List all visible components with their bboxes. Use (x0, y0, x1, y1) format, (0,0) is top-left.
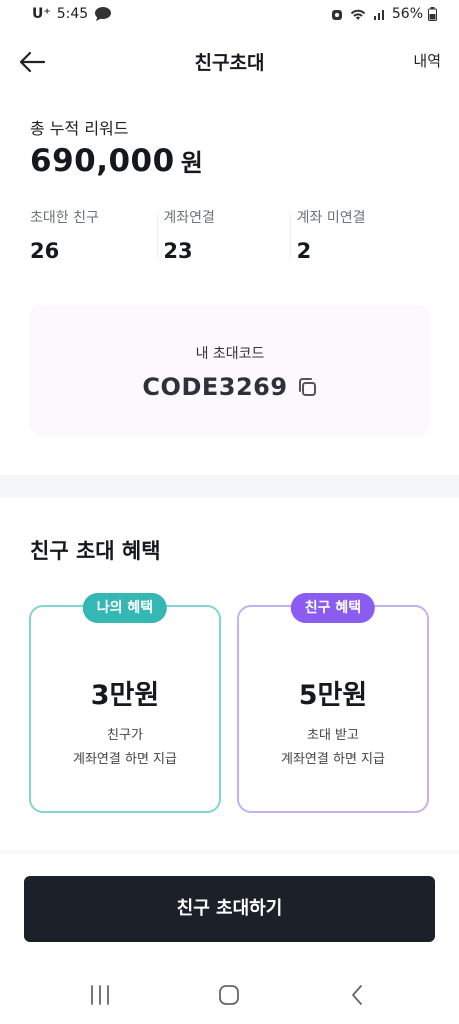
section-divider (0, 475, 459, 497)
nav-home-button[interactable] (209, 979, 249, 1011)
invite-friend-button[interactable]: 친구 초대하기 (24, 876, 435, 942)
stat-label: 초대한 친구 (30, 210, 99, 226)
history-link[interactable]: 내역 (413, 50, 441, 71)
invite-code-value: CODE3269 (142, 373, 288, 401)
invite-stats: 초대한 친구 26 계좌연결 23 계좌 미연결 2 (30, 207, 430, 267)
friend-benefit-desc-line: 계좌연결 하면 지급 (281, 752, 385, 767)
my-benefit-badge: 나의 혜택 (82, 593, 168, 623)
total-reward-unit: 원 (180, 149, 203, 177)
copy-icon[interactable] (296, 376, 318, 398)
friend-benefit-desc-line: 초대 받고 (307, 728, 359, 743)
system-nav-bar (0, 965, 459, 1024)
status-left: U⁺ 5:45 (32, 6, 112, 22)
bottom-fade (0, 850, 459, 856)
my-benefit-description: 친구가 계좌연결 하면 지급 (31, 724, 219, 772)
invite-code-card: 내 초대코드 CODE3269 (30, 305, 430, 436)
battery-icon (428, 7, 437, 21)
invite-code-row: CODE3269 (30, 373, 430, 401)
stat-account-unlinked: 계좌 미연결 2 (297, 207, 430, 267)
chevron-left-icon (352, 985, 362, 1005)
stat-value: 23 (163, 239, 193, 263)
friend-benefit-card: 친구 혜택 5만원 초대 받고 계좌연결 하면 지급 (237, 593, 429, 813)
alarm-icon (331, 10, 342, 20)
my-benefit-amount: 3만원 (90, 680, 160, 711)
total-reward-label: 총 누적 리워드 (30, 119, 129, 138)
nav-recent-button[interactable] (80, 979, 120, 1011)
my-benefit-card: 나의 혜택 3만원 친구가 계좌연결 하면 지급 (29, 593, 221, 813)
carrier-label: U⁺ (32, 6, 51, 22)
nav-back-button[interactable] (337, 979, 377, 1011)
invite-code-label: 내 초대코드 (195, 346, 265, 362)
status-right: 56% (331, 6, 437, 22)
stat-divider (157, 213, 158, 259)
friend-benefit-badge: 친구 혜택 (290, 593, 376, 623)
stat-label: 계좌 미연결 (296, 210, 366, 226)
stat-value: 26 (30, 239, 60, 263)
recent-apps-icon (91, 985, 109, 1005)
stat-invited-friends: 초대한 친구 26 (30, 207, 163, 267)
friend-benefit-description: 초대 받고 계좌연결 하면 지급 (239, 724, 427, 772)
my-benefit-desc-line: 계좌연결 하면 지급 (73, 752, 177, 767)
total-reward-number: 690,000 (30, 143, 175, 179)
home-icon (219, 985, 239, 1005)
stat-value: 2 (296, 239, 312, 263)
stat-divider (290, 213, 292, 259)
status-time: 5:45 (56, 6, 89, 22)
total-reward-amount: 690,000 원 (30, 143, 203, 179)
friend-benefit-amount: 5만원 (298, 680, 368, 711)
stat-label: 계좌연결 (163, 210, 215, 226)
signal-icon (373, 10, 384, 20)
wifi-icon (350, 9, 366, 20)
stat-account-linked: 계좌연결 23 (163, 207, 296, 267)
app-header: 친구초대 내역 (0, 38, 459, 86)
status-bar: U⁺ 5:45 56% (0, 0, 459, 30)
page-title: 친구초대 (194, 52, 265, 74)
my-benefit-desc-line: 친구가 (107, 728, 143, 743)
chat-notification-icon (95, 7, 112, 21)
benefit-section-title: 친구 초대 혜택 (30, 539, 161, 563)
battery-percent: 56% (391, 6, 423, 22)
